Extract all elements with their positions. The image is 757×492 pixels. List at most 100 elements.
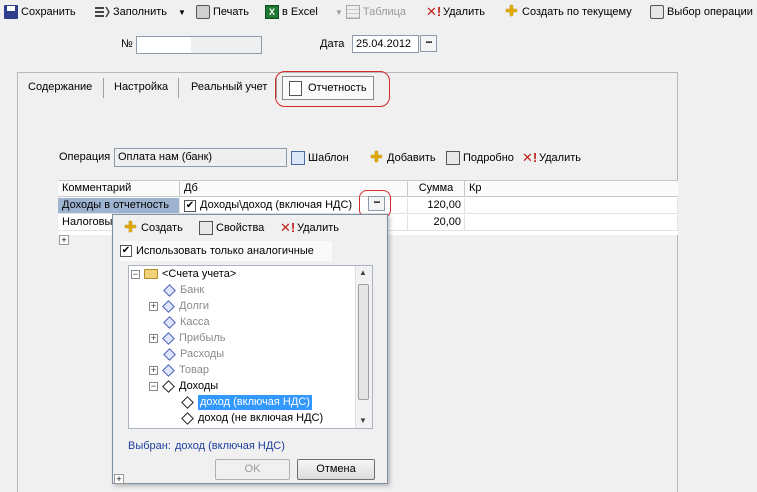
expand-icon[interactable]: + [149, 365, 158, 375]
tree-item-label: Касса [180, 315, 210, 328]
popup-delete-button[interactable]: ✕! Удалить [280, 219, 339, 237]
account-icon [181, 411, 194, 425]
highlight-ring [275, 71, 390, 107]
table-row-1-comment[interactable]: Доходы в отчетность [58, 198, 180, 214]
date-field[interactable]: 25.04.2012 [352, 35, 419, 53]
popup-properties-button[interactable]: Свойства [199, 219, 264, 237]
print-label: Печать [213, 6, 250, 18]
tab-real-accounting[interactable]: Реальный учет [187, 80, 271, 98]
tree-item-label: Товар [179, 363, 209, 376]
choose-operation-icon [650, 5, 664, 19]
scrollbar-thumb[interactable] [358, 284, 369, 400]
floppy-disk-icon [4, 5, 18, 19]
delete-button[interactable]: ✕! Удалить [426, 3, 485, 21]
choose-operation-button[interactable]: Выбор операции [650, 3, 753, 21]
tab-content[interactable]: Содержание [24, 80, 96, 98]
details-button[interactable]: Подробно [446, 149, 514, 167]
add-button[interactable]: ✚ Добавить [370, 149, 436, 167]
only-similar-label: Использовать только аналогичные [136, 245, 314, 257]
template-label: Шаблон [308, 152, 349, 164]
only-similar-checkbox[interactable]: ✔ Использовать только аналогичные [120, 241, 332, 261]
account-icon [163, 315, 176, 329]
save-label: Сохранить [21, 6, 76, 18]
tree-item-label: доход (не включая НДС) [198, 411, 324, 424]
checkbox-icon[interactable]: ✔ [120, 245, 132, 257]
tab-settings[interactable]: Настройка [110, 80, 172, 98]
expand-icon[interactable]: + [59, 235, 69, 245]
template-button[interactable]: Шаблон [291, 149, 349, 167]
table-row-1-db-value: Доходы\доход (включая НДС) [200, 199, 353, 211]
checkbox-icon[interactable]: ✔ [184, 199, 196, 212]
fill-button[interactable]: Заполнить [94, 3, 167, 21]
tree-root[interactable]: − <Счета учета> [131, 266, 236, 282]
delete-label: Удалить [443, 6, 485, 18]
account-icon [162, 299, 175, 313]
tab-divider [103, 78, 104, 98]
account-icon [162, 379, 175, 393]
excel-button[interactable]: X в Excel [265, 3, 318, 21]
template-icon [291, 151, 305, 165]
tree-item-income-incl-vat[interactable]: доход (включая НДС) [181, 394, 312, 410]
tree-item-label: Прибыль [179, 331, 226, 344]
fill-label: Заполнить [113, 6, 168, 18]
add-label: Добавить [387, 152, 436, 164]
tree-item-debts[interactable]: + Долги [149, 298, 209, 314]
account-icon [163, 347, 176, 361]
ok-button[interactable]: OK [215, 459, 290, 480]
plus-icon: ✚ [370, 149, 383, 166]
create-by-current-button[interactable]: ✚ Создать по текущему [505, 3, 632, 21]
printer-icon [196, 5, 210, 19]
operation-delete-button[interactable]: ✕! Удалить [522, 149, 581, 167]
tree-item-label-selected: доход (включая НДС) [198, 394, 312, 410]
print-button[interactable]: Печать [196, 3, 249, 21]
table-row-1-sum[interactable]: 120,00 [408, 198, 465, 214]
tree-item-income[interactable]: − Доходы [149, 378, 218, 394]
account-icon [162, 363, 175, 377]
tree-item-profit[interactable]: + Прибыль [149, 330, 226, 346]
table-row-2-kr[interactable] [465, 215, 678, 231]
collapse-icon[interactable]: − [131, 269, 140, 279]
properties-icon [199, 221, 213, 235]
column-header-sum[interactable]: Сумма [408, 181, 465, 197]
column-header-kr[interactable]: Кр [465, 181, 678, 197]
operation-value: Оплата нам (банк) [118, 151, 213, 163]
tree-item-goods[interactable]: + Товар [149, 362, 209, 378]
account-icon [163, 283, 176, 297]
collapse-icon[interactable]: − [149, 381, 158, 391]
table-row-1-kr[interactable] [465, 198, 678, 214]
scroll-up-icon[interactable]: ▲ [359, 268, 367, 277]
expand-icon[interactable]: + [114, 474, 124, 484]
column-header-comment[interactable]: Комментарий [58, 181, 180, 197]
operation-field[interactable]: Оплата нам (банк) [114, 148, 287, 167]
folder-icon [144, 269, 158, 279]
details-label: Подробно [463, 152, 514, 164]
expand-icon[interactable]: + [149, 333, 158, 343]
popup-properties-label: Свойства [216, 222, 265, 234]
chevron-down-icon: ▼ [178, 7, 186, 17]
delete-icon: ✕! [426, 4, 442, 19]
plus-icon: ✚ [505, 3, 518, 20]
popup-create-button[interactable]: ✚ Создать [124, 219, 183, 237]
excel-label: в Excel [282, 6, 318, 18]
table-row-2-sum[interactable]: 20,00 [408, 215, 465, 231]
table-button[interactable]: ▼ Таблица [335, 3, 406, 21]
selected-label: Выбран: [128, 440, 171, 452]
create-current-label: Создать по текущему [522, 6, 632, 18]
fill-dropdown-button[interactable]: ▼ [178, 3, 186, 21]
date-picker-button[interactable]: ... [420, 35, 437, 52]
delete-icon: ✕! [280, 220, 296, 235]
tree-item-expenses[interactable]: Расходы [163, 346, 224, 362]
popup-create-label: Создать [141, 222, 183, 234]
cancel-button[interactable]: Отмена [297, 459, 375, 480]
tree-item-bank[interactable]: Банк [163, 282, 204, 298]
scroll-down-icon[interactable]: ▼ [359, 416, 367, 425]
selected-value: доход (включая НДС) [175, 440, 285, 452]
expand-icon[interactable]: + [149, 301, 158, 311]
table-label: Таблица [362, 6, 407, 18]
chevron-down-icon: ▼ [335, 7, 343, 17]
tree-item-income-excl-vat[interactable]: доход (не включая НДС) [181, 410, 323, 426]
account-icon [162, 331, 175, 345]
save-button[interactable]: Сохранить [4, 3, 76, 21]
tree-item-cash[interactable]: Касса [163, 314, 210, 330]
tree-item-label: Доходы [179, 379, 219, 392]
